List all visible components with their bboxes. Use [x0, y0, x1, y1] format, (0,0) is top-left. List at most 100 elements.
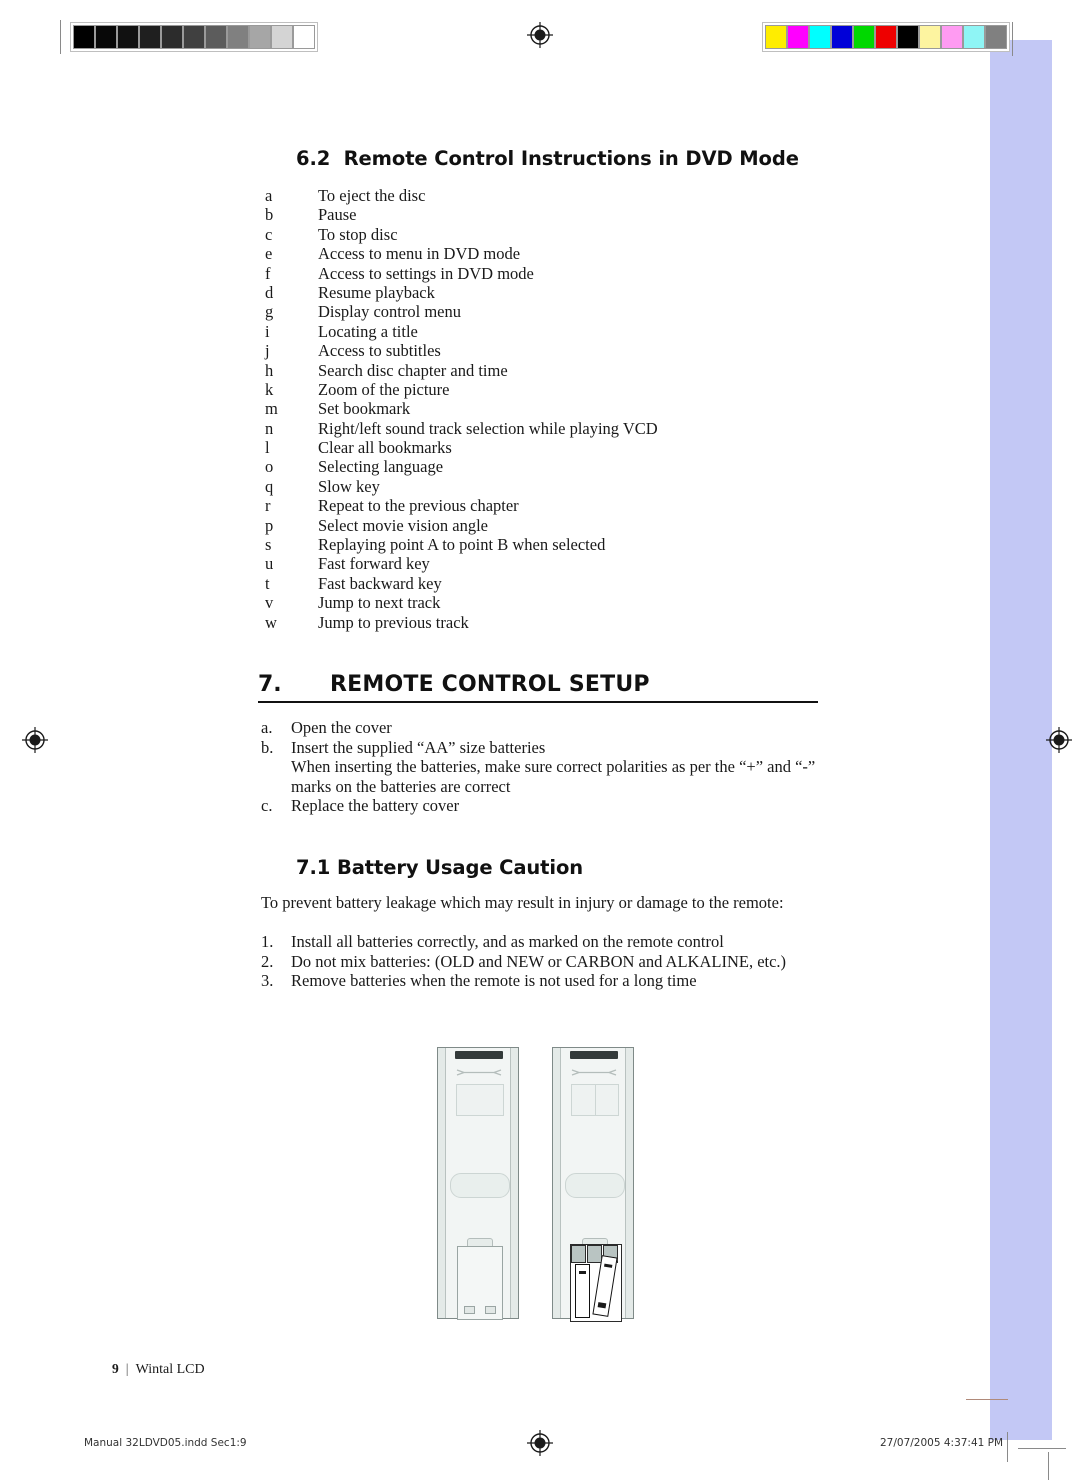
remote-rail-left: [553, 1048, 561, 1318]
instruction-text: Access to settings in DVD mode: [318, 263, 534, 283]
instruction-text: Repeat to the previous chapter: [318, 496, 519, 516]
instruction-key: j: [265, 341, 270, 361]
instruction-key: q: [265, 476, 274, 496]
instruction-text: Search disc chapter and time: [318, 360, 508, 380]
grayscale-patch: [139, 25, 161, 49]
grayscale-patch: [183, 25, 205, 49]
caution-text: Install all batteries correctly, and as …: [291, 932, 724, 951]
battery-caution-intro: To prevent battery leakage which may res…: [261, 893, 784, 912]
instruction-row: a To eject the disc: [265, 186, 965, 205]
grayscale-patch: [161, 25, 183, 49]
color-patch: [853, 25, 875, 49]
instruction-row: i Locating a title: [265, 322, 965, 341]
battery-caution-list: 1. Install all batteries correctly, and a…: [261, 932, 881, 991]
instruction-key: t: [265, 573, 270, 593]
caution-row: 2. Do not mix batteries: (OLD and NEW or …: [261, 952, 881, 972]
grayscale-patch: [205, 25, 227, 49]
setup-step-row: When inserting the batteries, make sure …: [261, 757, 861, 777]
instruction-text: Select movie vision angle: [318, 515, 489, 535]
remote-rail-right: [625, 1048, 633, 1318]
setup-step-text: Open the cover: [291, 718, 392, 737]
instruction-text: Pause: [318, 205, 357, 225]
color-patch: [919, 25, 941, 49]
instruction-key: i: [265, 321, 270, 341]
caution-number: 2.: [261, 951, 274, 971]
instruction-text: Right/left sound track selection while p…: [318, 418, 658, 438]
instruction-text: Jump to next track: [318, 593, 441, 613]
instruction-row: v Jump to next track: [265, 593, 965, 612]
color-patch: [897, 25, 919, 49]
remote-clip-icon: [571, 1069, 617, 1076]
section-6-2-heading: 6.2 Remote Control Instructions in DVD M…: [296, 147, 799, 170]
instruction-text: Selecting language: [318, 457, 444, 477]
section-7-1-title: Battery Usage Caution: [336, 856, 584, 879]
instruction-key: w: [265, 612, 277, 632]
color-patch: [765, 25, 787, 49]
instruction-key: f: [265, 263, 271, 283]
grayscale-patch: [249, 25, 271, 49]
crop-mark-top-left: [60, 20, 61, 54]
setup-step-row: a. Open the cover: [261, 718, 861, 738]
crop-mark-bottom-corner: [1048, 1452, 1049, 1480]
instruction-row: g Display control menu: [265, 302, 965, 321]
instruction-row: c To stop disc: [265, 225, 965, 244]
setup-step-text: marks on the batteries are correct: [291, 776, 511, 796]
battery-terminal-marking: [597, 1302, 607, 1309]
instruction-key: n: [265, 418, 274, 438]
instruction-text: Locating a title: [318, 321, 418, 341]
grayscale-patch: [227, 25, 249, 49]
setup-step-row: marks on the batteries are correct: [261, 777, 861, 797]
instruction-key: v: [265, 593, 274, 613]
instruction-text: Replaying point A to point B when select…: [318, 535, 606, 555]
instruction-row: b Pause: [265, 205, 965, 224]
instruction-row: j Access to subtitles: [265, 341, 965, 360]
page-footer: 9 | Wintal LCD: [112, 1361, 205, 1378]
battery-terminal: [604, 1263, 613, 1268]
instruction-row: t Fast backward key: [265, 574, 965, 593]
instruction-row: n Right/left sound track selection while …: [265, 419, 965, 438]
battery-cover-latch-right: [485, 1306, 496, 1314]
remote-grip-area: [565, 1173, 625, 1198]
battery-contact: [587, 1245, 602, 1263]
remote-grip-area: [450, 1173, 510, 1198]
section-6-2-title: Remote Control Instructions in DVD Mode: [343, 147, 799, 170]
instruction-text: Access to subtitles: [318, 341, 441, 361]
instruction-key: o: [265, 457, 274, 477]
registration-mark-bottom: [527, 1430, 553, 1456]
instruction-row: s Replaying point A to point B when selec…: [265, 535, 965, 554]
instruction-key: s: [265, 535, 272, 555]
instruction-row: r Repeat to the previous chapter: [265, 496, 965, 515]
instruction-row: m Set bookmark: [265, 399, 965, 418]
remote-figure-batteries-inserted: [552, 1047, 634, 1322]
manual-page: 6.2 Remote Control Instructions in DVD M…: [0, 0, 1080, 1480]
color-patch: [963, 25, 985, 49]
print-footer-timestamp: 27/07/2005 4:37:41 PM: [880, 1437, 1004, 1449]
instruction-text: To stop disc: [318, 224, 398, 244]
battery-contact: [571, 1245, 586, 1263]
remote-figure-cover-closed: [437, 1047, 519, 1320]
registration-mark-left: [22, 727, 48, 753]
remote-rail-right: [510, 1048, 518, 1318]
color-patch: [787, 25, 809, 49]
battery-terminal: [579, 1271, 586, 1274]
color-patch: [831, 25, 853, 49]
instruction-key: a: [265, 186, 273, 205]
instruction-text: Jump to previous track: [318, 612, 469, 632]
instruction-key: d: [265, 282, 274, 302]
instruction-key: l: [265, 438, 270, 458]
remote-label-area: [456, 1084, 504, 1116]
instruction-text: Clear all bookmarks: [318, 438, 452, 458]
instruction-row: l Clear all bookmarks: [265, 438, 965, 457]
print-footer-filename: Manual 32LDVD05.indd Sec1:9: [84, 1437, 247, 1449]
instruction-text: To eject the disc: [318, 186, 426, 205]
instruction-text: Resume playback: [318, 282, 435, 302]
instruction-row: h Search disc chapter and time: [265, 361, 965, 380]
setup-step-key: a.: [261, 718, 273, 737]
caution-row: 1. Install all batteries correctly, and a…: [261, 932, 881, 952]
remote-rail-left: [438, 1048, 446, 1318]
registration-mark-top: [527, 22, 553, 48]
remote-top-strip: [455, 1051, 503, 1059]
caution-number: 1.: [261, 932, 274, 951]
dvd-mode-instruction-list: a To eject the disc b Pause c To stop disc e Ac…: [265, 186, 965, 632]
page-edge-color-band: [990, 40, 1052, 1440]
